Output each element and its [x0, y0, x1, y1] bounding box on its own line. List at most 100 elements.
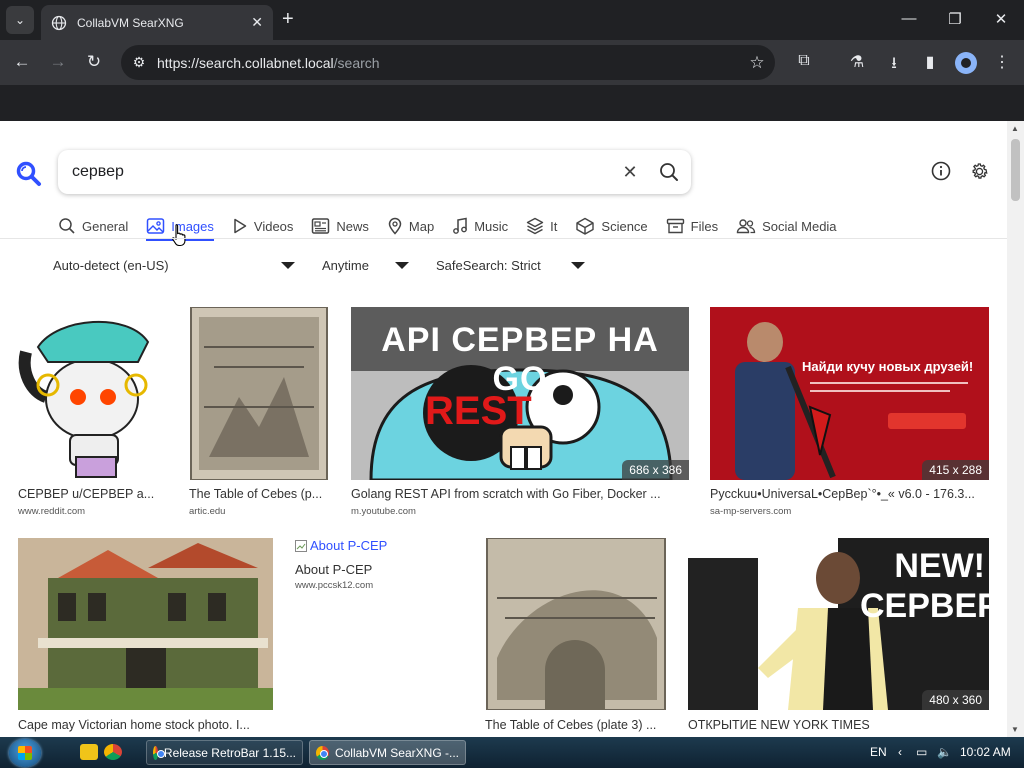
tab-close-icon[interactable]: ✕: [251, 14, 263, 31]
site-info-icon[interactable]: ⚙: [121, 54, 157, 71]
new-tab-button[interactable]: +: [282, 9, 294, 29]
taskbar-button-searxng[interactable]: CollabVM SearXNG -...: [309, 740, 466, 765]
taskbar-button-retrobar[interactable]: Release RetroBar 1.15...: [146, 740, 303, 765]
forward-button[interactable]: →: [46, 52, 70, 72]
info-icon[interactable]: [931, 161, 951, 181]
reddit-avatar-image: [18, 321, 150, 478]
tab-label: Videos: [253, 218, 294, 234]
chrome-icon[interactable]: [104, 744, 122, 760]
image-result[interactable]: The Table of Cebes (p... artic.edu: [189, 307, 329, 522]
tab-music[interactable]: Music: [452, 212, 508, 240]
profile-avatar[interactable]: [955, 52, 977, 74]
reload-button[interactable]: ↻: [82, 52, 106, 72]
restore-button[interactable]: ❐: [940, 10, 970, 28]
clock[interactable]: 10:02 AM: [960, 745, 1011, 759]
image-result[interactable]: API СЕРВЕР НА GO REST 686 x 386 Golang R…: [351, 307, 689, 522]
searxng-logo-icon[interactable]: [16, 161, 42, 187]
result-thumbnail[interactable]: [485, 538, 667, 710]
language-indicator[interactable]: EN: [870, 745, 887, 759]
file-explorer-icon[interactable]: [80, 744, 98, 760]
download-icon[interactable]: ⭳: [882, 52, 906, 79]
tray-expand-icon[interactable]: ‹: [898, 745, 902, 759]
result-title[interactable]: The Table of Cebes (p...: [189, 487, 329, 501]
image-result[interactable]: About P-CEP About P-CEP www.pccsk12.com: [295, 538, 465, 598]
image-result[interactable]: СЕРВЕР u/СЕРВЕР a... www.reddit.com: [18, 307, 170, 522]
close-window-button[interactable]: ✕: [986, 10, 1016, 28]
tab-label: Science: [601, 218, 648, 234]
archive-icon: [666, 218, 684, 234]
scroll-up-icon[interactable]: ▲: [1011, 124, 1019, 133]
windows-taskbar: Release RetroBar 1.15... CollabVM SearXN…: [0, 737, 1024, 768]
browser-chrome: ⌄ CollabVM SearXNG ✕ + — ❐ ✕ ← → ↻ ⚙ htt…: [0, 0, 1024, 121]
tab-news[interactable]: News: [311, 212, 369, 240]
extensions-icon[interactable]: ⧉: [792, 52, 816, 70]
image-result[interactable]: NEW! СЕРВЕР 480 x 360 ОТКРЫТИЕ NEW YORK …: [688, 538, 989, 737]
result-title[interactable]: The Table of Cebes (plate 3) ...: [485, 718, 665, 732]
result-title[interactable]: Golang REST API from scratch with Go Fib…: [351, 487, 681, 501]
tab-social-media[interactable]: Social Media: [736, 212, 837, 240]
time-range-select[interactable]: Anytime: [322, 251, 417, 279]
result-source: artic.edu: [189, 506, 226, 517]
search-submit-button[interactable]: [647, 162, 691, 182]
result-title[interactable]: Pycckuu•UniversaL•СерВер`°•_« v6.0 - 176…: [710, 487, 989, 501]
tab-videos[interactable]: Videos: [232, 212, 294, 240]
minimize-button[interactable]: —: [894, 10, 924, 27]
chevron-down-icon: [571, 262, 585, 269]
tab-map[interactable]: Map: [387, 212, 434, 240]
labs-flask-icon[interactable]: ⚗: [845, 52, 869, 72]
time-range-value: Anytime: [322, 257, 369, 273]
side-panel-icon[interactable]: ▮: [918, 52, 942, 72]
safesearch-select[interactable]: SafeSearch: Strict: [436, 251, 592, 279]
image-result[interactable]: The Table of Cebes (plate 3) ...: [485, 538, 667, 737]
tab-search-button[interactable]: ⌄: [6, 6, 34, 34]
back-button[interactable]: ←: [10, 52, 34, 72]
image-result[interactable]: Найди кучу новых друзей! 415 x 288 Pycck…: [710, 307, 989, 522]
network-icon[interactable]: ▭: [916, 745, 927, 759]
tab-files[interactable]: Files: [666, 212, 718, 240]
tab-it[interactable]: It: [526, 212, 557, 240]
result-thumbnail[interactable]: [189, 307, 329, 480]
result-thumbnail[interactable]: API СЕРВЕР НА GO REST 686 x 386: [351, 307, 689, 480]
broken-image[interactable]: About P-CEP: [295, 538, 387, 553]
result-title[interactable]: About P-CEP: [295, 562, 372, 577]
address-bar[interactable]: ⚙ https://search.collabnet.local/search …: [121, 45, 775, 80]
result-thumbnail[interactable]: [18, 307, 170, 480]
volume-muted-icon[interactable]: 🔈: [937, 745, 952, 759]
result-source: sa-mp-servers.com: [710, 506, 792, 517]
result-title[interactable]: ОТКРЫТИЕ NEW YORK TIMES: [688, 718, 988, 732]
result-title[interactable]: СЕРВЕР u/СЕРВЕР a...: [18, 487, 166, 501]
people-icon: [736, 219, 756, 234]
clear-search-icon[interactable]: ✕: [613, 162, 647, 183]
image-result[interactable]: Cape may Victorian home stock photo. I..…: [18, 538, 273, 737]
url-text[interactable]: https://search.collabnet.local/search: [157, 55, 739, 71]
image-dimensions-badge: 686 x 386: [622, 460, 689, 480]
result-thumbnail[interactable]: Найди кучу новых друзей! 415 x 288: [710, 307, 989, 480]
windows-logo-icon: [18, 746, 32, 760]
browser-tab[interactable]: CollabVM SearXNG ✕: [41, 5, 273, 40]
globe-icon: [51, 15, 67, 30]
tab-label: Social Media: [762, 218, 837, 234]
search-input[interactable]: [72, 163, 613, 181]
search-icon: [59, 218, 75, 234]
play-icon: [234, 218, 247, 234]
language-select[interactable]: Auto-detect (en-US): [53, 251, 303, 279]
tab-general[interactable]: General: [58, 212, 128, 240]
page-scrollbar[interactable]: ▲ ▼: [1007, 121, 1024, 737]
tab-science[interactable]: Science: [575, 212, 648, 240]
broken-image-icon: [295, 539, 307, 552]
scrollbar-thumb[interactable]: [1011, 139, 1020, 201]
browser-menu-icon[interactable]: ⋮: [990, 52, 1014, 72]
image-dimensions-badge: 480 x 360: [922, 690, 989, 710]
tab-label: News: [336, 218, 369, 234]
result-thumbnail[interactable]: [18, 538, 273, 710]
settings-gear-icon[interactable]: [969, 161, 990, 182]
search-icon: [660, 163, 678, 181]
safesearch-value: SafeSearch: Strict: [436, 257, 541, 273]
image-alt-text: About P-CEP: [310, 538, 388, 553]
bookmark-star-icon[interactable]: ☆: [739, 53, 775, 73]
start-button[interactable]: [9, 739, 41, 767]
searxng-page: ✕ General Images Videos News Map Mus: [0, 121, 1007, 737]
scroll-down-icon[interactable]: ▼: [1011, 725, 1019, 734]
result-thumbnail[interactable]: NEW! СЕРВЕР 480 x 360: [688, 538, 989, 710]
result-title[interactable]: Cape may Victorian home stock photo. I..…: [18, 718, 268, 732]
